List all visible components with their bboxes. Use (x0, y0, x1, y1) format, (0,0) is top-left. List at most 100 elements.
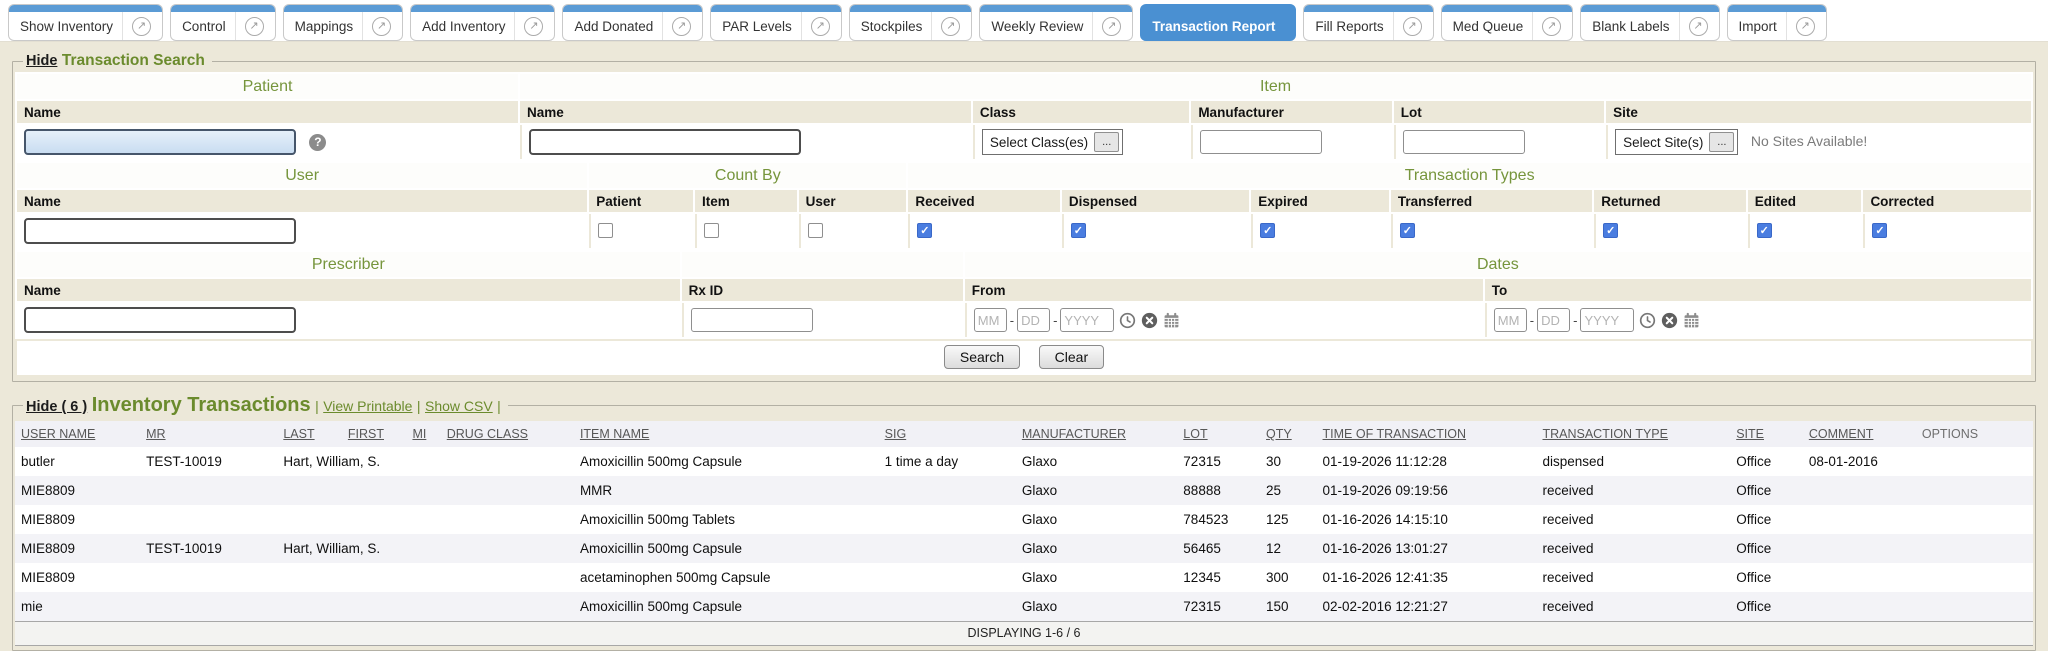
tab-par-levels[interactable]: PAR Levels↗ (710, 4, 842, 41)
column-header-user-name[interactable]: USER NAME (15, 421, 140, 447)
search-button[interactable]: Search (944, 345, 1020, 369)
tab-mappings[interactable]: Mappings↗ (283, 4, 404, 41)
column-header-drug-class[interactable]: DRUG CLASS (441, 421, 574, 447)
tab-control[interactable]: Control↗ (170, 4, 276, 41)
tab-stockpiles[interactable]: Stockpiles↗ (849, 4, 973, 41)
transaction-type-checkbox-returned[interactable]: ✓ (1603, 223, 1618, 238)
cell-time-of-transaction: 01-19-2026 11:12:28 (1317, 447, 1537, 476)
to-clear-icon[interactable] (1661, 312, 1678, 329)
column-header-site[interactable]: SITE (1730, 421, 1803, 447)
count-by-checkbox-patient[interactable] (598, 223, 613, 238)
tab-accent-bar (1728, 5, 1826, 12)
table-row[interactable]: MIE8809MMRGlaxo888882501-19-2026 09:19:5… (15, 476, 2033, 505)
cell-user-name: MIE8809 (15, 563, 140, 592)
column-header-mr[interactable]: MR (140, 421, 277, 447)
popup-window-icon[interactable]: ↗ (811, 17, 830, 36)
popup-window-icon[interactable]: ↗ (1102, 17, 1121, 36)
patient-name-input[interactable] (24, 129, 296, 155)
show-csv-link[interactable]: Show CSV (425, 398, 493, 414)
transaction-type-checkbox-corrected[interactable]: ✓ (1872, 223, 1887, 238)
cell-lot: 72315 (1177, 447, 1260, 476)
from-year-input[interactable] (1060, 308, 1114, 332)
cell-transaction-type: received (1536, 476, 1730, 505)
cell-drug-class (441, 447, 574, 476)
column-header-item-name[interactable]: ITEM NAME (574, 421, 879, 447)
column-header-time-of-transaction[interactable]: TIME OF TRANSACTION (1317, 421, 1537, 447)
site-browse-button[interactable]: ... (1709, 132, 1734, 152)
popup-window-icon[interactable]: ↗ (1403, 17, 1422, 36)
rx-id-input[interactable] (691, 308, 813, 332)
table-row[interactable]: MIE8809acetaminophen 500mg CapsuleGlaxo1… (15, 563, 2033, 592)
clear-button[interactable]: Clear (1039, 345, 1104, 369)
column-header-qty[interactable]: QTY (1260, 421, 1317, 447)
from-day-input[interactable] (1017, 308, 1050, 332)
column-header-mi[interactable]: MI (406, 421, 440, 447)
table-row[interactable]: mieAmoxicillin 500mg CapsuleGlaxo7231515… (15, 592, 2033, 621)
column-header-transaction-type[interactable]: TRANSACTION TYPE (1536, 421, 1730, 447)
tab-show-inventory[interactable]: Show Inventory↗ (8, 4, 163, 41)
transaction-type-label-corrected: Corrected (1863, 190, 2031, 212)
popup-window-icon[interactable]: ↗ (1542, 17, 1561, 36)
table-row[interactable]: MIE8809TEST-10019Hart, William, S.Amoxic… (15, 534, 2033, 563)
table-row[interactable]: butlerTEST-10019Hart, William, S.Amoxici… (15, 447, 2033, 476)
view-printable-link[interactable]: View Printable (323, 398, 412, 414)
tab-transaction-report[interactable]: Transaction Report (1140, 4, 1296, 41)
column-header-first[interactable]: FIRST (342, 421, 407, 447)
tab-med-queue[interactable]: Med Queue↗ (1441, 4, 1574, 41)
count-by-checkbox-item[interactable] (704, 223, 719, 238)
cell-last: Hart, William, S. (277, 534, 342, 563)
tab-add-inventory[interactable]: Add Inventory↗ (410, 4, 555, 41)
lot-input[interactable] (1403, 130, 1525, 154)
cell-sig (879, 563, 1016, 592)
tab-blank-labels[interactable]: Blank Labels↗ (1580, 4, 1719, 41)
column-header-last[interactable]: LAST (277, 421, 342, 447)
popup-window-icon[interactable]: ↗ (132, 17, 151, 36)
from-time-icon[interactable] (1119, 312, 1136, 329)
transaction-type-checkbox-transferred[interactable]: ✓ (1400, 223, 1415, 238)
site-picker[interactable]: Select Site(s) ... (1615, 129, 1738, 155)
to-month-input[interactable] (1494, 308, 1527, 332)
column-header-manufacturer[interactable]: MANUFACTURER (1016, 421, 1177, 447)
to-time-icon[interactable] (1639, 312, 1656, 329)
cell-lot: 12345 (1177, 563, 1260, 592)
tab-import[interactable]: Import↗ (1727, 4, 1827, 41)
popup-window-icon[interactable]: ↗ (1796, 17, 1815, 36)
from-clear-icon[interactable] (1141, 312, 1158, 329)
prescriber-name-input[interactable] (24, 307, 296, 333)
popup-window-icon[interactable]: ↗ (1689, 17, 1708, 36)
cell-qty: 125 (1260, 505, 1317, 534)
hide-search-link[interactable]: Hide (26, 53, 57, 69)
to-day-input[interactable] (1537, 308, 1570, 332)
count-by-checkbox-user[interactable] (808, 223, 823, 238)
popup-window-icon[interactable]: ↗ (672, 17, 691, 36)
to-year-input[interactable] (1580, 308, 1634, 332)
column-header-comment[interactable]: COMMENT (1803, 421, 1916, 447)
transaction-type-checkbox-edited[interactable]: ✓ (1757, 223, 1772, 238)
column-header-lot[interactable]: LOT (1177, 421, 1260, 447)
class-browse-button[interactable]: ... (1094, 132, 1119, 152)
transaction-type-checkbox-dispensed[interactable]: ✓ (1071, 223, 1086, 238)
item-name-input[interactable] (529, 129, 801, 155)
column-header-sig[interactable]: SIG (879, 421, 1016, 447)
popup-window-icon[interactable]: ↗ (372, 17, 391, 36)
table-footer-row: DISPLAYING 1-6 / 6 (15, 621, 2033, 645)
help-icon[interactable]: ? (309, 134, 326, 151)
user-section-header: User (17, 163, 587, 188)
cell-mr (140, 476, 277, 505)
manufacturer-input[interactable] (1200, 130, 1322, 154)
tab-weekly-review[interactable]: Weekly Review↗ (979, 4, 1133, 41)
to-calendar-icon[interactable] (1683, 312, 1700, 329)
class-picker[interactable]: Select Class(es) ... (982, 129, 1123, 155)
from-month-input[interactable] (974, 308, 1007, 332)
popup-window-icon[interactable]: ↗ (941, 17, 960, 36)
popup-window-icon[interactable]: ↗ (524, 17, 543, 36)
tab-fill-reports[interactable]: Fill Reports↗ (1303, 4, 1433, 41)
popup-window-icon[interactable]: ↗ (245, 17, 264, 36)
tab-add-donated[interactable]: Add Donated↗ (562, 4, 703, 41)
hide-results-link[interactable]: Hide ( 6 ) (26, 399, 87, 415)
transaction-type-checkbox-expired[interactable]: ✓ (1260, 223, 1275, 238)
transaction-type-checkbox-received[interactable]: ✓ (917, 223, 932, 238)
user-name-input[interactable] (24, 218, 296, 244)
table-row[interactable]: MIE8809Amoxicillin 500mg TabletsGlaxo784… (15, 505, 2033, 534)
from-calendar-icon[interactable] (1163, 312, 1180, 329)
